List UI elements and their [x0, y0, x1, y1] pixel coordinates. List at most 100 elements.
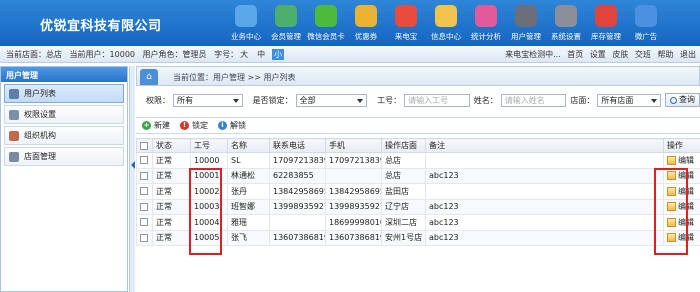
column-header-note[interactable]: 备注 [425, 138, 664, 153]
row-select-cell[interactable] [136, 198, 153, 215]
edit-button[interactable]: 编辑 [667, 232, 700, 243]
cell-phone [269, 214, 326, 231]
mail-icon [435, 5, 457, 27]
store-filter-select[interactable]: 所有店面 [597, 93, 661, 107]
cell-action: 编辑 [663, 183, 700, 200]
cell-status: 正常 [152, 198, 191, 215]
cell-phone: 13998935927 [269, 198, 326, 215]
row-checkbox[interactable] [140, 218, 148, 227]
row-select-cell[interactable] [136, 214, 153, 231]
shift-link[interactable]: 交班 [635, 50, 651, 59]
logout-link[interactable]: 退出 [680, 50, 696, 59]
nav-item-0[interactable]: 业务中心 [226, 3, 266, 43]
phone-icon [395, 5, 417, 27]
sidebar-item-permissions[interactable]: 权限设置 [4, 105, 124, 124]
cell-note [425, 183, 664, 200]
empno-input[interactable]: 请输入工号 [404, 93, 470, 107]
nav-item-label: 业务中心 [231, 32, 261, 41]
column-header-phone[interactable]: 联系电话 [269, 138, 326, 153]
table-row[interactable]: 正常 10004 雅瑶 18699998010 深圳二店 abc123 编辑 [136, 214, 700, 231]
company-logo-text: 优锐宜科技有限公司 [40, 19, 162, 34]
skin-link[interactable]: 皮肤 [612, 50, 628, 59]
nav-item-label: 微信会员卡 [307, 32, 345, 41]
home-tab[interactable]: ⌂ [140, 69, 158, 85]
select-all-checkbox[interactable] [140, 141, 148, 150]
cell-note: abc123 [425, 198, 664, 215]
home-icon: ⌂ [146, 72, 152, 82]
cell-status: 正常 [152, 214, 191, 231]
edit-button[interactable]: 编辑 [667, 186, 700, 197]
row-checkbox[interactable] [140, 187, 148, 196]
edit-button[interactable]: 编辑 [667, 170, 700, 181]
font-size-medium[interactable]: 中 [255, 49, 267, 60]
main-content: ⌂ 当前位置：用户管理 >> 用户列表 权限： 所有 是否锁定： 全部 工号： … [136, 66, 700, 292]
row-select-cell[interactable] [136, 167, 153, 184]
role-filter-select[interactable]: 所有 [173, 93, 243, 107]
cell-name: SL [227, 152, 270, 169]
edit-button[interactable]: 编辑 [667, 201, 700, 212]
nav-item-3[interactable]: 优惠券 [346, 3, 386, 43]
column-header-id[interactable]: 工号 [190, 138, 228, 153]
row-checkbox[interactable] [140, 156, 148, 165]
row-checkbox[interactable] [140, 233, 148, 242]
organization-icon [9, 130, 19, 141]
cell-name: 张飞 [227, 229, 270, 246]
sidebar-item-user-list[interactable]: 用户列表 [4, 84, 124, 103]
row-select-cell[interactable] [136, 183, 153, 200]
sidebar: 用户管理 用户列表 权限设置 组织机构 店面管理 [0, 66, 128, 292]
home-link[interactable]: 首页 [567, 50, 583, 59]
cell-phone: 17097213839 [269, 152, 326, 169]
nav-item-10[interactable]: 微广告 [626, 3, 666, 43]
nav-item-7[interactable]: 用户管理 [506, 3, 546, 43]
edit-button[interactable]: 编辑 [667, 155, 700, 166]
unlock-button[interactable]: i 解锁 [218, 120, 246, 131]
add-button-label: 新建 [154, 121, 170, 130]
column-header-name[interactable]: 名称 [227, 138, 270, 153]
row-checkbox[interactable] [140, 171, 148, 180]
sidebar-collapse-handle[interactable] [129, 66, 135, 292]
cell-mobile: 18699998010 [325, 214, 382, 231]
cell-id: 10002 [190, 183, 228, 200]
nav-item-2[interactable]: 微信会员卡 [306, 3, 346, 43]
row-select-cell[interactable] [136, 229, 153, 246]
edit-icon [667, 202, 676, 212]
sidebar-item-store-management[interactable]: 店面管理 [4, 147, 124, 166]
nav-item-6[interactable]: 统计分析 [466, 3, 506, 43]
name-input[interactable]: 请输入姓名 [500, 93, 567, 107]
collapse-arrow-icon [131, 161, 135, 169]
column-header-status[interactable]: 状态 [152, 138, 191, 153]
font-size-large[interactable]: 大 [238, 49, 250, 60]
settings-link[interactable]: 设置 [590, 50, 606, 59]
select-all-header[interactable] [136, 138, 153, 153]
table-row[interactable]: 正常 10000 SL 17097213839 17097213839 总店 编辑 [136, 152, 700, 169]
column-header-store[interactable]: 操作店面 [381, 138, 426, 153]
sidebar-item-organization[interactable]: 组织机构 [4, 126, 124, 145]
nav-item-1[interactable]: 会员管理 [266, 3, 306, 43]
nav-item-label: 用户管理 [511, 32, 541, 41]
current-store: 当前店面：总店 [6, 50, 62, 59]
query-button[interactable]: 查询 [665, 93, 700, 107]
locked-filter-select[interactable]: 全部 [295, 93, 368, 107]
nav-item-9[interactable]: 库存管理 [586, 3, 626, 43]
column-header-mobile[interactable]: 手机 [325, 138, 382, 153]
phone-detect-link[interactable]: 来电宝检测中... [505, 50, 561, 59]
table-row[interactable]: 正常 10002 张丹 13842958695 13842958695 盐田店 编辑 [136, 183, 700, 200]
row-select-cell[interactable] [136, 152, 153, 169]
nav-item-4[interactable]: 来电宝 [386, 3, 426, 43]
nav-item-8[interactable]: 系统设置 [546, 3, 586, 43]
lock-button[interactable]: ! 锁定 [180, 120, 208, 131]
add-button[interactable]: + 新建 [142, 120, 170, 131]
cell-store: 深圳二店 [381, 214, 426, 231]
row-checkbox[interactable] [140, 202, 148, 211]
font-size-small[interactable]: 小 [272, 49, 285, 60]
empno-label: 工号： [377, 95, 402, 105]
sidebar-item-label: 店面管理 [24, 152, 56, 161]
tab-bar: ⌂ 当前位置：用户管理 >> 用户列表 [136, 66, 700, 86]
help-link[interactable]: 帮助 [657, 50, 673, 59]
table-row[interactable]: 正常 10003 班智娜 13998935927 13998935927 辽宁店 abc12… [136, 198, 700, 215]
wechat-icon [315, 5, 337, 27]
table-row[interactable]: 正常 10005 张飞 13607386819 13607386819 安州1号店 abc1… [136, 229, 700, 246]
table-row[interactable]: 正常 10001 林通松 62283855 总店 abc123 编辑 [136, 167, 700, 184]
edit-button[interactable]: 编辑 [667, 217, 700, 228]
nav-item-5[interactable]: 信息中心 [426, 3, 466, 43]
